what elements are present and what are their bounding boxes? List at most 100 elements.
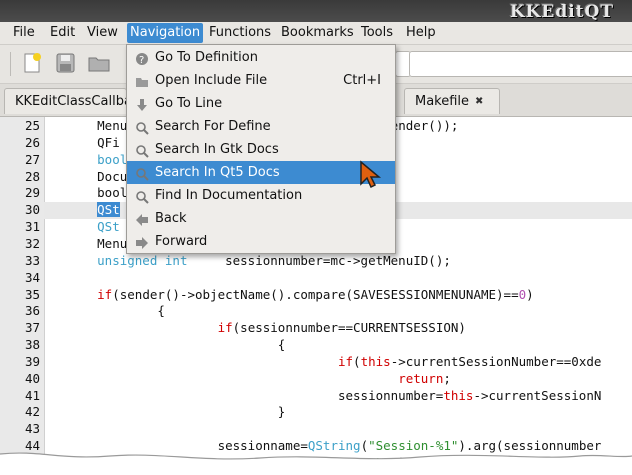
- code-token: if: [97, 286, 113, 302]
- menu-file[interactable]: File: [13, 25, 35, 40]
- code-token: ->currentSessionN: [473, 387, 602, 403]
- menu-item-label: Find In Documentation: [155, 188, 303, 203]
- code-token: (sessionnumber==CURRENTSESSION): [232, 320, 466, 336]
- menu-item-label: Search For Define: [155, 119, 271, 134]
- torn-edge: [0, 452, 632, 475]
- navigation-menu: ? Go To Definition Open Include File Ctrl+I…: [126, 44, 396, 254]
- code-token: unsigned int: [97, 252, 188, 268]
- code-text: sessionnumber=this->currentSessionN: [52, 387, 601, 404]
- code-text: if(sender()->objectName().compare(SAVESE…: [52, 286, 534, 303]
- menu-item-back[interactable]: Back: [127, 207, 395, 230]
- line-number: 41: [24, 387, 40, 403]
- code-line: 40 return;: [0, 370, 632, 387]
- tab-label: KKEditClassCallbacks: [15, 94, 126, 109]
- menu-view[interactable]: View: [87, 25, 118, 40]
- code-token: {: [52, 303, 165, 319]
- toolbar-search-field[interactable]: [409, 51, 632, 77]
- line-number: 35: [24, 286, 40, 302]
- line-number: 36: [24, 303, 40, 319]
- code-text: QFi: [52, 134, 120, 151]
- code-line: 36 {: [0, 302, 632, 319]
- code-token: QSt: [97, 202, 120, 218]
- line-number: 26: [24, 134, 40, 150]
- code-token: ->currentSessionNumber==0xde: [390, 353, 602, 369]
- line-number: 29: [24, 185, 40, 201]
- menu-navigation[interactable]: Navigation: [127, 23, 204, 43]
- code-line: 37 if(sessionnumber==CURRENTSESSION): [0, 319, 632, 336]
- menu-item-label: Forward: [155, 234, 208, 249]
- menu-tools[interactable]: Tools: [361, 25, 393, 40]
- code-token: Docu: [52, 168, 128, 184]
- menu-item-go-to-line[interactable]: Go To Line: [127, 92, 395, 115]
- tab-label: Makefile: [415, 94, 470, 109]
- code-text: bool: [52, 184, 127, 201]
- menu-item-search-in-qt5-docs[interactable]: Search In Qt5 Docs: [127, 161, 395, 184]
- arrow-right-icon: [135, 235, 149, 249]
- line-number: 27: [24, 151, 40, 167]
- line-number: 28: [24, 168, 40, 184]
- code-text: return;: [52, 370, 451, 387]
- code-token: }: [52, 404, 286, 420]
- code-token: (: [353, 353, 361, 369]
- menu-item-search-in-gtk-docs[interactable]: Search In Gtk Docs: [127, 138, 395, 161]
- code-line: 33 unsigned int sessionnumber=mc->getMen…: [0, 252, 632, 269]
- code-line: 39 if(this->currentSessionNumber==0xde: [0, 353, 632, 370]
- code-token: Menu: [52, 235, 128, 251]
- search-icon: [135, 189, 149, 204]
- line-number: 39: [24, 353, 40, 369]
- code-token: this: [360, 353, 391, 369]
- code-text: QSt: [52, 201, 120, 218]
- line-number: 34: [24, 269, 40, 285]
- line-number: 43: [24, 421, 40, 437]
- code-token: QFi: [52, 134, 120, 150]
- menu-edit[interactable]: Edit: [50, 25, 75, 40]
- menu-item-label: Go To Line: [155, 96, 223, 111]
- new-file-icon[interactable]: [20, 51, 46, 75]
- menu-item-go-to-definition[interactable]: ? Go To Definition: [127, 46, 395, 69]
- menu-item-forward[interactable]: Forward: [127, 230, 395, 253]
- code-token: sessionnumber=mc->getMenuID();: [187, 252, 451, 268]
- code-text: }: [52, 403, 286, 420]
- code-token: ;: [443, 370, 451, 386]
- svg-text:?: ?: [139, 55, 144, 66]
- code-text: QSt: [52, 218, 120, 235]
- save-icon[interactable]: [53, 51, 79, 75]
- code-token: sessionnumber=: [52, 387, 444, 403]
- close-icon[interactable]: ✖: [475, 89, 483, 114]
- code-token: (sender()->objectName().compare(SAVESESS…: [112, 286, 519, 302]
- code-text: {: [52, 336, 286, 353]
- line-number: 42: [24, 404, 40, 420]
- menu-help[interactable]: Help: [406, 25, 436, 40]
- code-token: ): [526, 286, 534, 302]
- code-line: 35 if(sender()->objectName().compare(SAV…: [0, 286, 632, 303]
- mouse-cursor-icon: [360, 160, 382, 189]
- arrow-left-icon: [135, 212, 149, 226]
- help-icon: ?: [135, 51, 149, 66]
- line-number: 31: [24, 219, 40, 235]
- code-token: 0: [518, 286, 527, 302]
- line-number: 32: [24, 235, 40, 251]
- code-text: Menu: [52, 235, 127, 252]
- line-number: 40: [24, 370, 40, 386]
- open-folder-icon[interactable]: [86, 51, 112, 75]
- line-number: 33: [24, 252, 40, 268]
- menu-item-search-for-define[interactable]: Search For Define: [127, 115, 395, 138]
- menu-bookmarks[interactable]: Bookmarks: [281, 25, 354, 40]
- code-token: bool: [52, 151, 128, 167]
- code-text: Docu: [52, 168, 127, 185]
- menu-item-find-in-documentation[interactable]: Find In Documentation: [127, 184, 395, 207]
- menu-item-label: Go To Definition: [155, 50, 258, 65]
- tab-kkeditclasscallbacks[interactable]: KKEditClassCallbacks: [4, 88, 127, 114]
- code-token: if: [337, 353, 354, 369]
- search-icon: [135, 143, 149, 158]
- menu-item-open-include-file[interactable]: Open Include File Ctrl+I: [127, 69, 395, 92]
- code-token: Menu: [52, 118, 128, 133]
- code-line: 42 }: [0, 403, 632, 420]
- code-token: return: [398, 370, 444, 386]
- tab-makefile[interactable]: Makefile ✖: [404, 88, 500, 114]
- menu-functions[interactable]: Functions: [209, 25, 271, 40]
- folder-icon: [135, 74, 149, 88]
